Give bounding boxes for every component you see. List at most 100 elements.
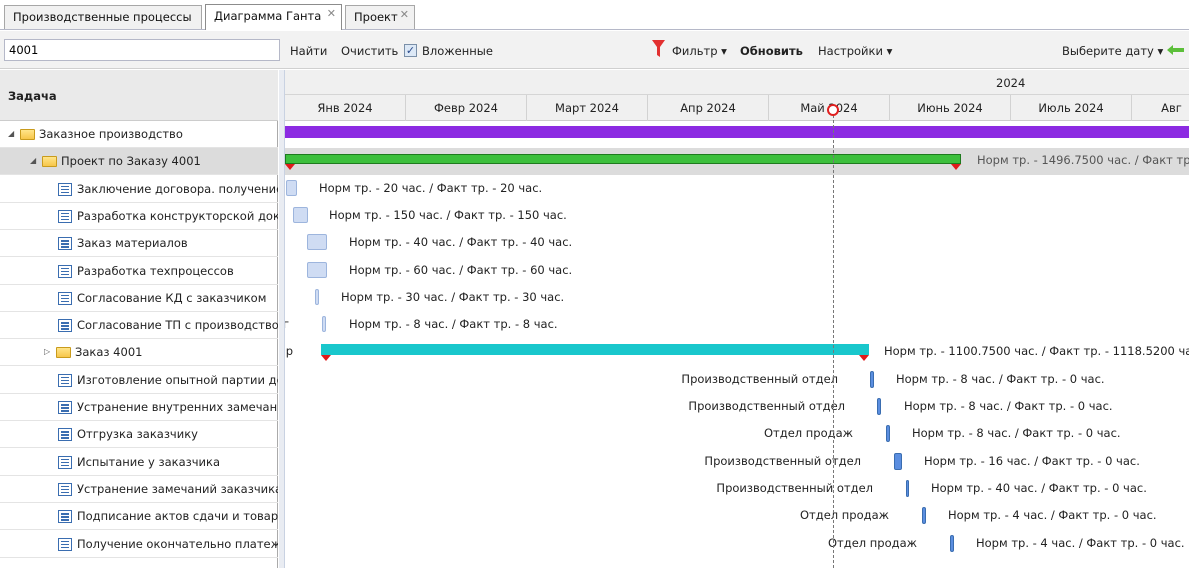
task-label: Испытание у заказчика	[77, 454, 220, 469]
folder-icon	[56, 347, 71, 359]
close-icon[interactable]: ✕	[327, 3, 336, 25]
bar-label: Норм тр. - 30 час. / Факт тр. - 30 час.	[341, 289, 565, 304]
task-column-header[interactable]: Задача	[0, 70, 278, 121]
task-bar[interactable]	[293, 206, 308, 223]
task-label: Проект по Заказу 4001	[61, 154, 201, 169]
task-bar[interactable]	[906, 479, 909, 497]
milestone-marker-icon	[951, 164, 961, 171]
gantt-row: Норм тр. - 40 час. / Факт тр. - 0 час. Пр…	[285, 476, 1189, 503]
milestone-marker-icon	[285, 164, 295, 171]
arrow-left-icon[interactable]	[1167, 45, 1185, 55]
task-row[interactable]: Изготовление опытной партии де	[0, 367, 278, 394]
task-bar[interactable]	[894, 452, 902, 470]
bar-label: Норм тр. - 40 час. / Факт тр. - 0 час.	[931, 480, 1147, 495]
pick-date-button[interactable]: Выберите дату ▾	[1062, 44, 1163, 58]
month-header: Июнь 2024	[890, 95, 1011, 121]
task-label: Разработка техпроцессов	[77, 263, 234, 278]
milestone-marker-icon	[859, 355, 869, 362]
month-header: Апр 2024	[648, 95, 769, 121]
task-row[interactable]: Заключение договора. получение	[0, 176, 278, 203]
task-icon	[58, 291, 72, 305]
gantt-row: Норм тр. - 16 час. / Факт тр. - 0 час. Пр…	[285, 449, 1189, 476]
bar-label: Норм тр. - 8 час. / Факт тр. - 8 час.	[349, 317, 558, 332]
gantt-row: Норм тр. - 60 час. / Факт тр. - 60 час.	[285, 258, 1189, 285]
task-row[interactable]: Отгрузка заказчику	[0, 421, 278, 449]
task-label: Заключение договора. получение	[77, 181, 278, 196]
refresh-button[interactable]: Обновить	[740, 44, 803, 58]
month-header: Февр 2024	[406, 95, 527, 121]
gantt-row: Норм тр. - 20 час. / Факт тр. - 20 час.	[285, 176, 1189, 203]
search-input[interactable]	[4, 39, 280, 61]
task-row[interactable]: Устранение внутренних замечани	[0, 394, 278, 421]
close-icon[interactable]: ✕	[400, 4, 409, 26]
bar-label: Норм тр. - 20 час. / Факт тр. - 20 час.	[319, 180, 543, 195]
task-bar[interactable]	[886, 425, 890, 443]
gantt-row: Норм тр. - 8 час. / Факт тр. - 0 час. Отд…	[285, 421, 1189, 448]
filter-icon	[652, 40, 665, 57]
gantt-row: Норм тр. - 1496.7500 час. / Факт тр. -	[285, 148, 1189, 176]
bar-label: Норм тр. - 60 час. / Факт тр. - 60 час.	[349, 262, 573, 277]
task-row[interactable]: Устранение замечаний заказчика	[0, 476, 278, 503]
task-bar[interactable]	[877, 398, 881, 415]
resource-label: Отдел продаж	[764, 426, 853, 441]
bar-label: Норм тр. - 4 час. / Факт тр. - 0 час.	[976, 535, 1185, 550]
summary-bar[interactable]	[285, 126, 1189, 138]
resource-label: Отдел продаж	[828, 535, 917, 550]
month-header: Июль 2024	[1011, 95, 1132, 121]
task-row[interactable]: Согласование КД с заказчиком	[0, 285, 278, 312]
today-line	[833, 110, 834, 568]
task-row[interactable]: ◢ Заказное производство	[0, 121, 278, 148]
task-icon	[58, 455, 72, 469]
task-bar[interactable]	[870, 370, 874, 388]
resource-label: г	[285, 317, 289, 332]
expand-down-icon[interactable]: ◢	[8, 121, 14, 147]
expand-down-icon[interactable]: ◢	[30, 148, 36, 174]
tab-project[interactable]: Проект ✕	[345, 5, 415, 29]
gantt-row: Норм тр. - 8 час. / Факт тр. - 0 час. Про…	[285, 394, 1189, 421]
resource-label: Производственный отдел	[681, 371, 838, 386]
task-bar[interactable]	[307, 261, 327, 278]
task-bar[interactable]	[286, 179, 297, 196]
gantt-row: Норм тр. - 8 час. / Факт тр. - 0 час. Про…	[285, 367, 1189, 394]
settings-button[interactable]: Настройки ▾	[818, 44, 892, 58]
resource-label: Производственный отдел	[704, 453, 861, 468]
tab-gantt[interactable]: Диаграмма Ганта ✕	[205, 4, 342, 30]
task-bar[interactable]	[922, 507, 926, 525]
find-button[interactable]: Найти	[290, 44, 327, 58]
task-bar[interactable]	[322, 316, 326, 333]
task-label: Подписание актов сдачи и товарн	[77, 509, 278, 524]
gantt-row: Норм тр. - 40 час. / Факт тр. - 40 час.	[285, 230, 1189, 257]
nested-checkbox[interactable]: ✓	[404, 44, 417, 57]
expand-right-icon[interactable]: ▷	[44, 339, 50, 365]
task-bar[interactable]	[950, 534, 954, 552]
task-row[interactable]: Согласование ТП с производство	[0, 312, 278, 340]
task-row[interactable]: ◢ Проект по Заказу 4001	[0, 148, 278, 176]
task-bar[interactable]	[315, 288, 319, 305]
filter-button[interactable]: Фильтр ▾	[672, 44, 727, 58]
bar-label: Норм тр. - 40 час. / Факт тр. - 40 час.	[349, 235, 573, 250]
bar-label: Норм тр. - 4 час. / Факт тр. - 0 час.	[948, 508, 1157, 523]
clear-button[interactable]: Очистить	[341, 44, 398, 58]
timeline-year-row: 2024	[285, 70, 1189, 95]
gantt-row: Норм тр. - 4 час. / Факт тр. - 0 час. Отд…	[285, 531, 1189, 558]
task-row[interactable]: Подписание актов сдачи и товарн	[0, 503, 278, 531]
tab-production-processes[interactable]: Производственные процессы	[4, 5, 202, 29]
task-icon	[58, 209, 72, 223]
task-icon	[58, 482, 72, 496]
task-icon	[58, 373, 72, 387]
task-icon	[58, 510, 72, 524]
task-row[interactable]: Разработка конструкторской доку	[0, 203, 278, 230]
task-row[interactable]: Заказ материалов	[0, 230, 278, 258]
gantt-row: Норм тр. - 150 час. / Факт тр. - 150 час…	[285, 203, 1189, 230]
order-bar[interactable]	[321, 344, 869, 356]
project-bar[interactable]	[285, 154, 961, 165]
task-row[interactable]: Получение окончательно платежа	[0, 531, 278, 558]
tab-label: Проект	[354, 10, 398, 24]
task-row[interactable]: Испытание у заказчика	[0, 449, 278, 476]
today-marker-icon[interactable]	[827, 104, 839, 116]
task-row[interactable]: Разработка техпроцессов	[0, 258, 278, 285]
task-bar[interactable]	[307, 234, 327, 251]
task-row[interactable]: ▷ Заказ 4001	[0, 339, 278, 367]
bar-label: Норм тр. - 16 час. / Факт тр. - 0 час.	[924, 453, 1140, 468]
task-label: Отгрузка заказчику	[77, 427, 198, 442]
